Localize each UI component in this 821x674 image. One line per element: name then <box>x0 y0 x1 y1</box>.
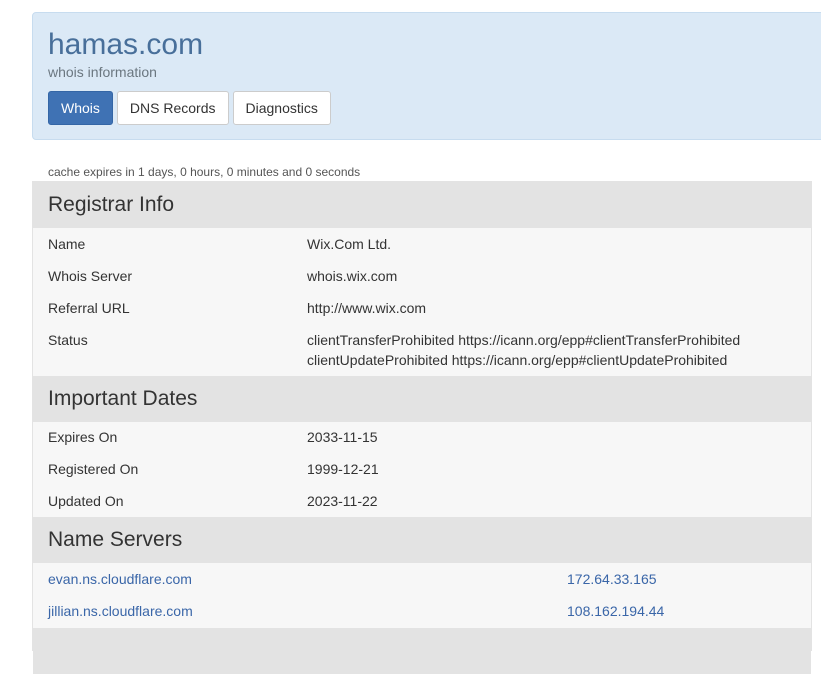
whois-server-label: Whois Server <box>48 268 133 284</box>
nameserver-ip-link[interactable]: 108.162.194.44 <box>567 601 664 621</box>
registrar-info-heading: Registrar Info <box>33 182 811 228</box>
tab-whois[interactable]: Whois <box>48 91 113 125</box>
expires-value: 2033-11-15 <box>307 429 378 445</box>
registered-value: 1999-12-21 <box>307 461 379 477</box>
tab-dns-records[interactable]: DNS Records <box>116 91 229 125</box>
registrar-name-label: Name <box>48 236 86 252</box>
status-value-1: clientTransferProhibited https://icann.o… <box>307 332 741 348</box>
nameserver-ip-link[interactable]: 172.64.33.165 <box>567 569 657 589</box>
updated-label: Updated On <box>48 493 124 509</box>
nameserver-host-link[interactable]: evan.ns.cloudflare.com <box>48 569 192 589</box>
important-dates-heading: Important Dates <box>33 376 811 422</box>
status-value-2: clientUpdateProhibited https://icann.org… <box>307 352 728 368</box>
referral-url-label: Referral URL <box>48 300 130 316</box>
referral-url-value: http://www.wix.com <box>307 300 427 316</box>
whois-server-value: whois.wix.com <box>307 268 398 284</box>
domain-subtitle: whois information <box>48 64 157 80</box>
nameserver-host-link[interactable]: jillian.ns.cloudflare.com <box>48 601 193 621</box>
cache-expiry-note: cache expires in 1 days, 0 hours, 0 minu… <box>48 165 361 179</box>
registered-label: Registered On <box>48 461 139 477</box>
name-servers-heading: Name Servers <box>33 517 811 563</box>
expires-label: Expires On <box>48 429 118 445</box>
updated-value: 2023-11-22 <box>307 493 378 509</box>
domain-header: hamas.com whois information Whois DNS Re… <box>32 12 821 140</box>
domain-title: hamas.com <box>48 28 204 61</box>
tab-bar: Whois DNS Records Diagnostics <box>48 91 331 125</box>
next-section-heading <box>33 628 811 674</box>
registrar-name-value: Wix.Com Ltd. <box>307 236 392 252</box>
tab-diagnostics[interactable]: Diagnostics <box>232 91 331 125</box>
whois-panel: Registrar Info Name Wix.Com Ltd. Whois S… <box>32 181 812 674</box>
status-label: Status <box>48 332 88 348</box>
